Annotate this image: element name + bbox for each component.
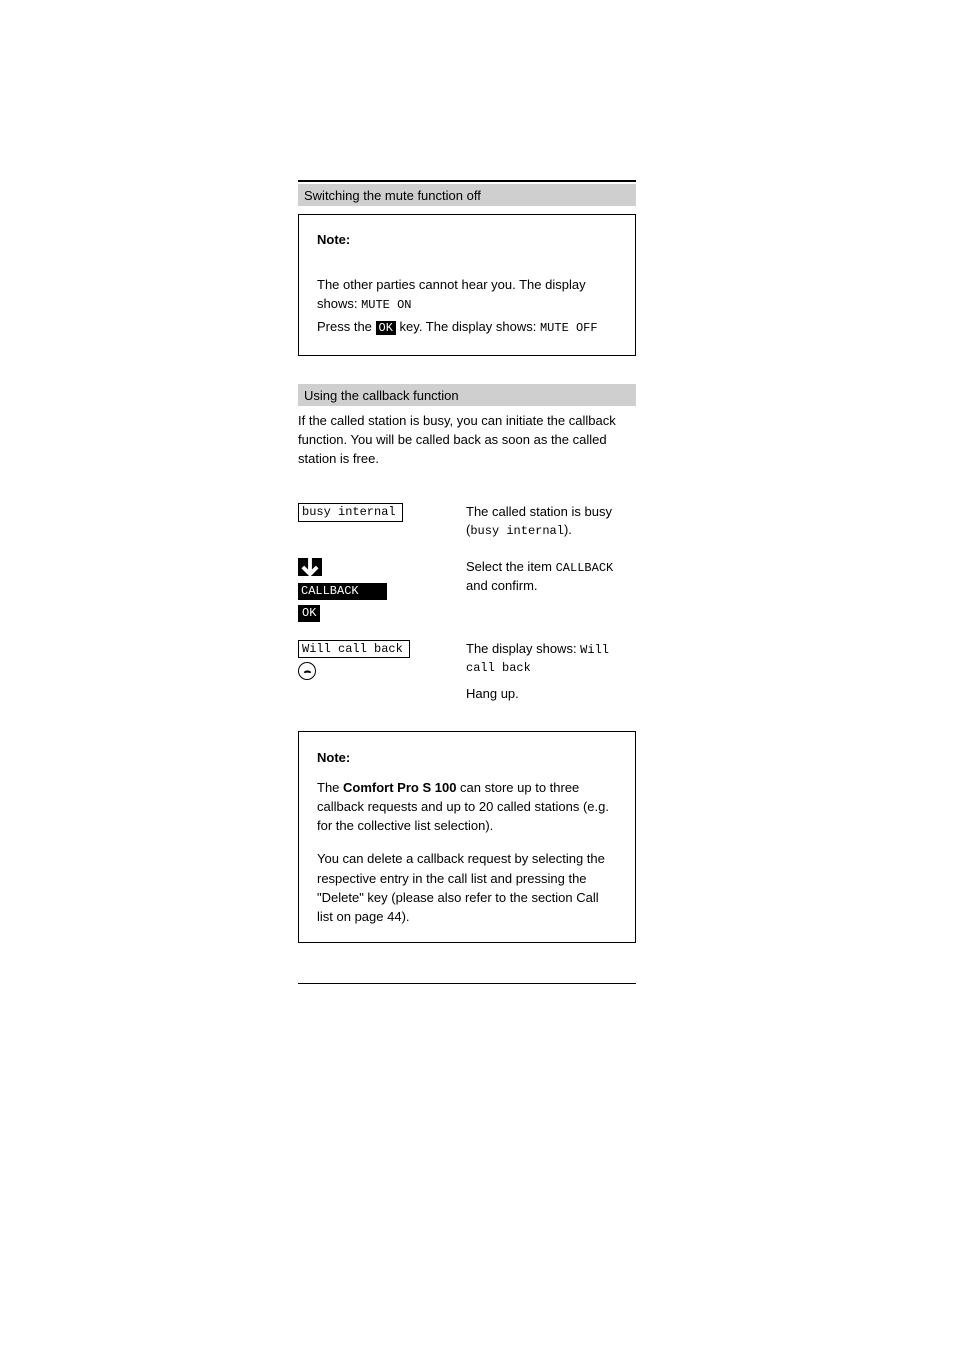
intro-paragraph: If the called station is busy, you can i… xyxy=(298,412,636,469)
note-box-2: Note: The Comfort Pro S 100 can store up… xyxy=(298,731,636,943)
note-label: Note: xyxy=(317,232,350,247)
note-body: The other parties cannot hear you. The d… xyxy=(317,277,586,311)
notebox-para2: You can delete a callback request by sel… xyxy=(317,849,617,926)
arrow-down-icon xyxy=(298,558,322,576)
ok-key-icon: OK xyxy=(298,605,320,622)
lcd-display: busy internal xyxy=(298,503,403,522)
section-heading-2: Using the callback function xyxy=(298,384,636,406)
section-heading: Switching the mute function off xyxy=(298,184,636,206)
step1-text: The called station is busy (busy interna… xyxy=(466,503,636,540)
step2-text: Select the item CALLBACK and confirm. xyxy=(466,558,636,595)
hangup-icon xyxy=(298,662,316,680)
lcd-display-callback: CALLBACK xyxy=(298,583,387,600)
note-box-1: Note: The other parties cannot hear you.… xyxy=(298,214,636,356)
instruction-prefix: Press the xyxy=(317,319,376,334)
ok-key-icon: OK xyxy=(376,321,396,335)
step3-text: The display shows: Will call back Hang u… xyxy=(466,640,636,704)
footer-rule xyxy=(298,983,636,984)
mute-off-value: MUTE OFF xyxy=(540,321,598,335)
note-label: Note: xyxy=(317,750,350,765)
notebox-para1: The Comfort Pro S 100 can store up to th… xyxy=(317,778,617,836)
instruction-suffix: key. The display shows: xyxy=(396,319,540,334)
lcd-display-willcallback: Will call back xyxy=(298,640,410,659)
mute-on-value: MUTE ON xyxy=(361,298,411,312)
